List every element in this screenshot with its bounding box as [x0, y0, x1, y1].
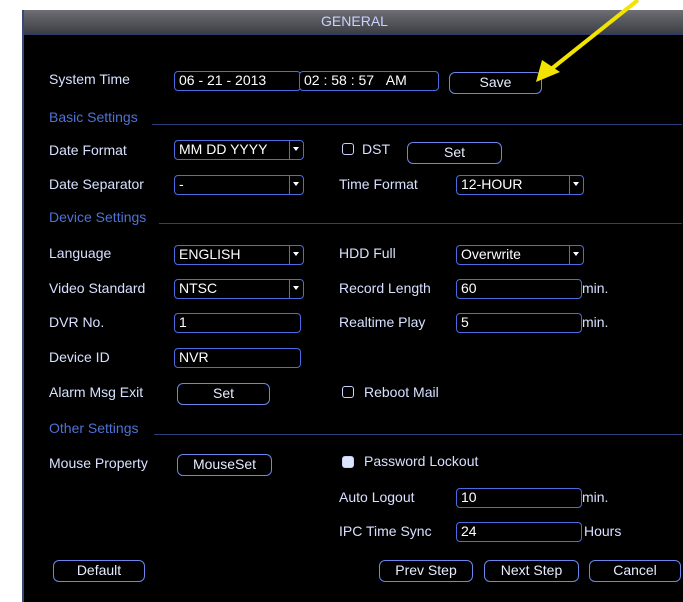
hdd-full-label: HDD Full	[339, 245, 396, 261]
cancel-button[interactable]: Cancel	[589, 560, 681, 582]
alarm-set-button[interactable]: Set	[177, 383, 270, 405]
auto-logout-unit: min.	[582, 489, 609, 505]
realtime-play-field[interactable]: 5	[456, 313, 582, 333]
dst-label: DST	[362, 141, 390, 157]
dvr-no-field[interactable]: 1	[174, 313, 301, 333]
chevron-down-icon	[289, 176, 303, 194]
auto-logout-field[interactable]: 10	[456, 488, 582, 508]
ampm-value: AM	[385, 72, 407, 88]
time-format-value: 12-HOUR	[461, 176, 523, 192]
alarm-msg-exit-label: Alarm Msg Exit	[49, 384, 144, 400]
ipc-time-sync-label: IPC Time Sync	[339, 523, 432, 539]
section-divider	[154, 434, 682, 435]
device-id-label: Device ID	[49, 349, 110, 365]
hdd-full-dropdown[interactable]: Overwrite	[456, 245, 584, 265]
time-format-dropdown[interactable]: 12-HOUR	[456, 175, 584, 195]
ipc-time-sync-field[interactable]: 24	[456, 522, 582, 542]
language-value: ENGLISH	[179, 246, 241, 262]
realtime-play-label: Realtime Play	[339, 314, 426, 330]
reboot-mail-checkbox[interactable]	[342, 386, 354, 398]
record-length-label: Record Length	[339, 280, 431, 296]
password-lockout-label: Password Lockout	[364, 453, 479, 469]
hdd-full-value: Overwrite	[461, 246, 521, 262]
date-format-label: Date Format	[49, 142, 127, 158]
section-divider	[152, 124, 682, 125]
date-separator-dropdown[interactable]: -	[174, 175, 304, 195]
record-length-unit: min.	[582, 280, 609, 296]
chevron-down-icon	[289, 141, 303, 159]
annotation-arrow-icon	[536, 0, 640, 82]
video-standard-label: Video Standard	[49, 280, 146, 296]
dvr-no-label: DVR No.	[49, 314, 105, 330]
next-step-button[interactable]: Next Step	[484, 560, 579, 582]
default-button[interactable]: Default	[53, 560, 145, 582]
system-time-label: System Time	[49, 71, 130, 87]
video-standard-dropdown[interactable]: NTSC	[174, 279, 304, 299]
reboot-mail-label: Reboot Mail	[364, 384, 439, 400]
mouse-set-button[interactable]: MouseSet	[177, 454, 272, 476]
mouse-property-label: Mouse Property	[49, 455, 148, 471]
date-format-dropdown[interactable]: MM DD YYYY	[174, 140, 304, 160]
date-separator-value: -	[179, 176, 184, 192]
other-settings-heading: Other Settings	[49, 420, 139, 436]
time-field[interactable]: 02 : 58 : 57 AM	[299, 71, 439, 91]
basic-settings-heading: Basic Settings	[49, 109, 138, 125]
chevron-down-icon	[289, 280, 303, 298]
dst-checkbox[interactable]	[342, 143, 354, 155]
auto-logout-label: Auto Logout	[339, 489, 415, 505]
realtime-play-unit: min.	[582, 314, 609, 330]
time-value: 02 : 58 : 57	[304, 72, 375, 88]
chevron-down-icon	[289, 246, 303, 264]
ipc-time-sync-unit: Hours	[584, 523, 622, 539]
password-lockout-checkbox[interactable]	[342, 456, 354, 468]
general-settings-dialog: GENERAL System Time 06 - 21 - 2013 02 : …	[22, 10, 683, 602]
date-format-value: MM DD YYYY	[179, 141, 268, 157]
chevron-down-icon	[569, 246, 583, 264]
dst-set-button[interactable]: Set	[407, 142, 502, 164]
time-format-label: Time Format	[339, 176, 418, 192]
language-dropdown[interactable]: ENGLISH	[174, 245, 304, 265]
prev-step-button[interactable]: Prev Step	[379, 560, 473, 582]
section-divider	[159, 223, 682, 224]
record-length-field[interactable]: 60	[456, 279, 582, 299]
video-standard-value: NTSC	[179, 280, 218, 296]
device-id-field[interactable]: NVR	[174, 348, 301, 368]
language-label: Language	[49, 245, 112, 261]
chevron-down-icon	[569, 176, 583, 194]
date-field[interactable]: 06 - 21 - 2013	[174, 71, 301, 91]
device-settings-heading: Device Settings	[49, 209, 147, 225]
date-separator-label: Date Separator	[49, 176, 144, 192]
